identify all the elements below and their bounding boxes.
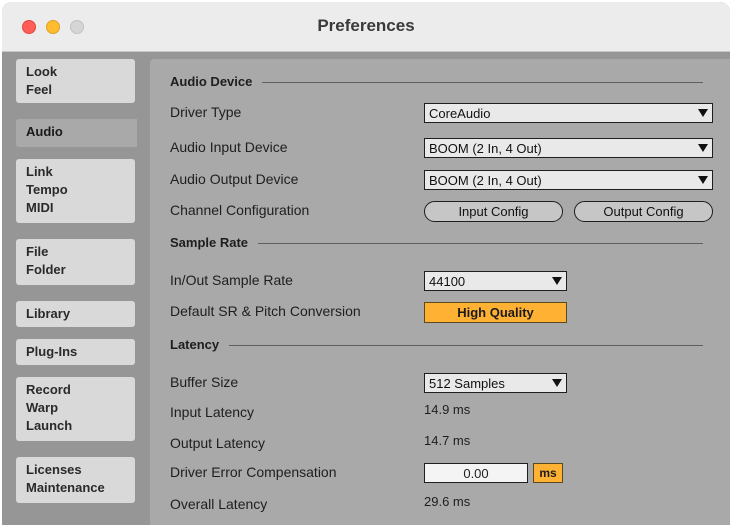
sidebar-tab-file-folder[interactable]: File Folder: [16, 239, 135, 285]
sidebar-tab-label: File: [26, 244, 49, 259]
preferences-window: Preferences Look Feel Audio Link Tempo M…: [2, 2, 730, 525]
dropdown-arrow-icon: [698, 109, 708, 117]
overall-latency-value: 29.6 ms: [424, 494, 471, 509]
sidebar-tab-label: Feel: [26, 82, 53, 97]
driver-type-dropdown[interactable]: CoreAudio: [424, 103, 713, 123]
sidebar-tab-label: Licenses: [26, 462, 82, 477]
sidebar-tab-label: Tempo: [26, 182, 68, 197]
dropdown-value: CoreAudio: [429, 105, 491, 121]
sidebar-tab-record-warp-launch[interactable]: Record Warp Launch: [16, 377, 135, 441]
section-title: Sample Rate: [170, 235, 249, 250]
inout-sample-rate-label: In/Out Sample Rate: [170, 272, 293, 288]
dropdown-arrow-icon: [552, 379, 562, 387]
audio-device-section-heading: Audio Device: [170, 74, 703, 89]
dropdown-value: 512 Samples: [429, 375, 505, 391]
section-title: Latency: [170, 337, 220, 352]
sidebar-tab-licenses-maintenance[interactable]: Licenses Maintenance: [16, 457, 135, 503]
ms-unit-button[interactable]: ms: [533, 463, 563, 483]
audio-preferences-panel: Audio Device Driver Type CoreAudio Audio…: [150, 59, 730, 525]
sidebar-tab-label: Link: [26, 164, 53, 179]
dropdown-arrow-icon: [552, 277, 562, 285]
output-latency-label: Output Latency: [170, 435, 265, 451]
input-latency-label: Input Latency: [170, 404, 255, 420]
section-divider: [229, 344, 703, 346]
pitch-conversion-quality-button[interactable]: High Quality: [424, 302, 567, 323]
window-title: Preferences: [317, 16, 415, 35]
sample-rate-dropdown[interactable]: 44100: [424, 271, 567, 291]
sidebar-tab-library[interactable]: Library: [16, 301, 135, 327]
sidebar-tab-label: Warp: [26, 400, 59, 415]
preferences-body: Look Feel Audio Link Tempo MIDI File Fol…: [2, 53, 730, 525]
section-divider: [258, 242, 703, 244]
sidebar-tab-label: Folder: [26, 262, 66, 277]
audio-input-device-label: Audio Input Device: [170, 139, 288, 155]
sidebar-tab-look-feel[interactable]: Look Feel: [16, 59, 135, 103]
section-title: Audio Device: [170, 74, 253, 89]
sidebar-tab-link-tempo-midi[interactable]: Link Tempo MIDI: [16, 159, 135, 223]
sidebar-tab-label: Library: [26, 306, 71, 321]
audio-output-device-label: Audio Output Device: [170, 171, 299, 187]
buffer-size-dropdown[interactable]: 512 Samples: [424, 373, 567, 393]
dropdown-value: BOOM (2 In, 4 Out): [429, 140, 542, 156]
sidebar-tab-label: Audio: [26, 124, 63, 139]
overall-latency-label: Overall Latency: [170, 496, 268, 512]
driver-error-compensation-input[interactable]: 0.00: [424, 463, 528, 483]
channel-configuration-label: Channel Configuration: [170, 202, 310, 218]
latency-section-heading: Latency: [170, 337, 703, 352]
output-config-button[interactable]: Output Config: [574, 201, 713, 222]
driver-error-compensation-label: Driver Error Compensation: [170, 464, 337, 480]
section-divider: [262, 81, 703, 83]
sidebar-tab-label: Record: [26, 382, 71, 397]
dropdown-arrow-icon: [698, 176, 708, 184]
title-bar: Preferences: [2, 2, 730, 52]
input-latency-value: 14.9 ms: [424, 402, 471, 417]
audio-input-device-dropdown[interactable]: BOOM (2 In, 4 Out): [424, 138, 713, 158]
buffer-size-label: Buffer Size: [170, 374, 239, 390]
sidebar-tab-plug-ins[interactable]: Plug-Ins: [16, 339, 135, 365]
output-latency-value: 14.7 ms: [424, 433, 471, 448]
dropdown-arrow-icon: [698, 144, 708, 152]
dropdown-value: 44100: [429, 273, 466, 289]
driver-type-label: Driver Type: [170, 104, 242, 120]
audio-output-device-dropdown[interactable]: BOOM (2 In, 4 Out): [424, 170, 713, 190]
sidebar-tab-audio[interactable]: Audio: [16, 119, 137, 147]
sidebar-tab-label: Launch: [26, 418, 73, 433]
sidebar-tab-label: Maintenance: [26, 480, 105, 495]
input-config-button[interactable]: Input Config: [424, 201, 563, 222]
dropdown-value: BOOM (2 In, 4 Out): [429, 172, 542, 188]
default-sr-label: Default SR & Pitch Conversion: [170, 303, 361, 319]
sample-rate-section-heading: Sample Rate: [170, 235, 703, 250]
sidebar-tab-label: MIDI: [26, 200, 54, 215]
sidebar-tab-label: Plug-Ins: [26, 344, 78, 359]
sidebar-tab-label: Look: [26, 64, 58, 79]
